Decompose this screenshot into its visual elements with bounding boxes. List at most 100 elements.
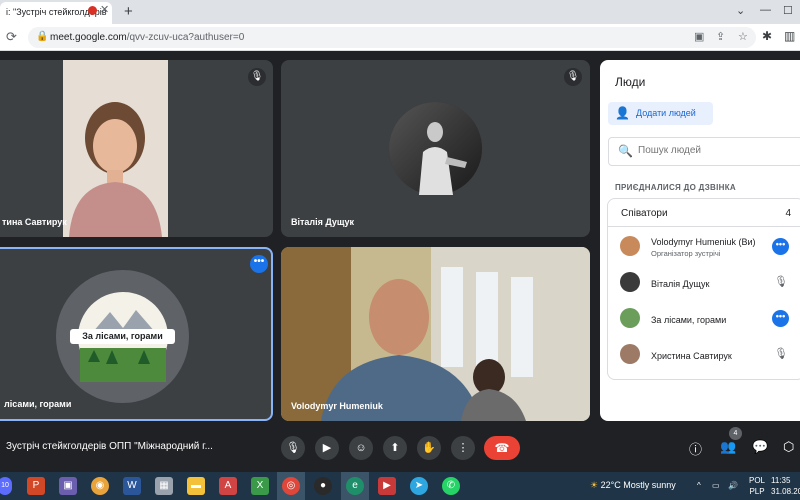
maximize-icon[interactable]: ☐ (783, 4, 793, 17)
group-count: 4 (785, 208, 791, 219)
reload-icon[interactable]: ⟳ (6, 29, 17, 45)
weather-sun-icon: ☀ (590, 480, 599, 490)
chevron-down-icon[interactable]: ⌄ (736, 4, 745, 17)
mic-off-icon: 🎙 (774, 348, 788, 360)
media-app-icon[interactable]: ▶ (378, 477, 396, 495)
more-options-button[interactable]: ••• (772, 238, 789, 255)
microphone-button[interactable]: 🎙 (281, 436, 305, 460)
video-tile-active[interactable]: За лісами, горами ••• лісами, горами (0, 247, 273, 421)
participant-name: Віталія Дущук (651, 279, 710, 289)
people-count-badge: 4 (729, 427, 742, 440)
clock-time: 11:35 (771, 476, 791, 485)
people-icon[interactable]: 👥 (720, 439, 736, 455)
telegram-icon[interactable]: ➤ (410, 477, 428, 495)
url-host: meet.google.com (50, 32, 127, 43)
clock-date: 31.08.20 (771, 487, 800, 496)
mic-off-icon: 🎙 (774, 276, 788, 288)
raise-hand-button[interactable]: ✋ (417, 436, 441, 460)
calculator-icon[interactable]: ▦ (155, 477, 173, 495)
add-people-button[interactable]: 👤 Додати людей (608, 102, 713, 125)
panel-title: Люди (615, 75, 646, 89)
more-options-button[interactable]: ••• (772, 310, 789, 327)
clock[interactable]: 11:35 31.08.20 (771, 475, 800, 497)
participant-name: За лісами, горами (651, 315, 727, 325)
group-label: Співатори (621, 208, 668, 219)
list-item[interactable]: За лісами, горами ••• (608, 301, 800, 337)
mic-off-icon: 🎙 (564, 68, 582, 86)
url-field[interactable]: 🔒 meet.google.com/qvv-zcuv-uca?authuser=… (28, 27, 756, 48)
extensions-icon[interactable]: ✱ (762, 29, 772, 43)
weather-widget[interactable]: ☀ 22°C Mostly sunny (590, 480, 676, 491)
camera-app-icon[interactable]: ● (314, 477, 332, 495)
tile-name: Віталія Дущук (291, 217, 355, 227)
language-bottom: PLP (749, 487, 765, 496)
temperature: 22°C (600, 480, 621, 490)
address-bar: ⟳ 🔒 meet.google.com/qvv-zcuv-uca?authuse… (0, 24, 800, 51)
avatar (620, 236, 640, 256)
video-tile[interactable]: 🎙 Віталія Дущук (281, 60, 590, 237)
camera-button[interactable]: ▶ (315, 436, 339, 460)
participant-name: Volodymyr Humeniuk (Ви) (651, 237, 756, 247)
folder-icon[interactable]: ▬ (187, 477, 205, 495)
more-options-button[interactable]: ⋮ (451, 436, 475, 460)
emoji-button[interactable]: ☺ (349, 436, 373, 460)
whatsapp-icon[interactable]: ✆ (442, 477, 460, 495)
present-screen-button[interactable]: ⬆ (383, 436, 407, 460)
language-top: POL (749, 476, 766, 485)
search-box[interactable]: 🔍 (608, 137, 800, 166)
participant-video (281, 247, 590, 421)
avatar (620, 344, 640, 364)
close-tab-icon[interactable]: ✕ (100, 3, 109, 16)
browser-alt-icon[interactable]: ◉ (91, 477, 109, 495)
logo-label: За лісами, горами (70, 329, 175, 344)
more-options-button[interactable]: ••• (250, 255, 268, 273)
edge-icon[interactable]: e (346, 477, 364, 495)
end-call-button[interactable]: ☎ (484, 436, 520, 460)
list-item[interactable]: Віталія Дущук 🎙 (608, 265, 800, 301)
tile-name: тина Савтирук (2, 217, 67, 227)
participant-name: Христина Савтирук (651, 351, 732, 361)
video-tile[interactable]: 🎙 тина Савтирук (0, 60, 273, 237)
minimize-icon[interactable]: — (760, 4, 771, 16)
volume-icon[interactable]: 🔊 (728, 481, 738, 490)
meeting-details-icon[interactable]: ⓘ (689, 439, 702, 458)
search-input[interactable] (638, 145, 788, 156)
chat-icon[interactable]: 💬 (752, 439, 768, 455)
tile-name: Volodymyr Humeniuk (291, 401, 383, 411)
avatar (620, 272, 640, 292)
camera-permission-icon[interactable]: ▣ (694, 30, 704, 43)
pdf-icon[interactable]: A (219, 477, 237, 495)
group-header[interactable]: Співатори 4 (608, 199, 800, 227)
avatar (389, 102, 482, 195)
bookmark-star-icon[interactable]: ☆ (738, 30, 748, 43)
activities-icon[interactable]: ⬡ (783, 439, 794, 455)
chrome-icon[interactable]: ◎ (282, 477, 300, 495)
avatar (620, 308, 640, 328)
word-icon[interactable]: W (123, 477, 141, 495)
list-item[interactable]: Volodymyr Humeniuk (Ви) Організатор зуст… (608, 229, 800, 265)
avatar-frame: За лісами, горами (56, 270, 189, 403)
list-item[interactable]: Христина Савтирук 🎙 (608, 337, 800, 373)
browser-tab-bar: і: "Зустріч стейкголдерів ✕ + ⌄ — ☐ (0, 0, 800, 24)
participants-list: Співатори 4 Volodymyr Humeniuk (Ви) Орга… (607, 198, 800, 380)
chevron-up-icon[interactable]: ^ (697, 481, 701, 490)
video-tile[interactable]: Volodymyr Humeniuk (281, 247, 590, 421)
powerpoint-icon[interactable]: P (27, 477, 45, 495)
participant-video (63, 60, 168, 237)
url-path: /qvv-zcuv-uca?authuser=0 (126, 32, 245, 43)
language-indicator[interactable]: POL PLP (749, 475, 765, 497)
save-disk-icon[interactable]: ▣ (59, 477, 77, 495)
spreadsheet-icon[interactable]: X (251, 477, 269, 495)
new-tab-button[interactable]: + (124, 3, 133, 20)
share-icon[interactable]: ⇪ (716, 30, 725, 43)
notification-badge[interactable]: 10 (0, 477, 12, 495)
search-icon: 🔍 (618, 144, 633, 158)
add-people-label: Додати людей (636, 108, 696, 118)
section-header: ПРИЄДНАЛИСЯ ДО ДЗВІНКА (615, 183, 736, 192)
lock-icon[interactable]: 🔒 (36, 31, 48, 42)
weather-text: Mostly sunny (623, 480, 676, 490)
tile-name: лісами, горами (4, 399, 72, 409)
side-panel-icon[interactable]: ▥ (784, 29, 795, 43)
network-icon[interactable]: ▭ (712, 481, 720, 490)
taskbar: 10 P ▣ ◉ W ▦ ▬ A X ◎ ● e ▶ ➤ ✆ ☀ 22°C Mo… (0, 472, 800, 500)
